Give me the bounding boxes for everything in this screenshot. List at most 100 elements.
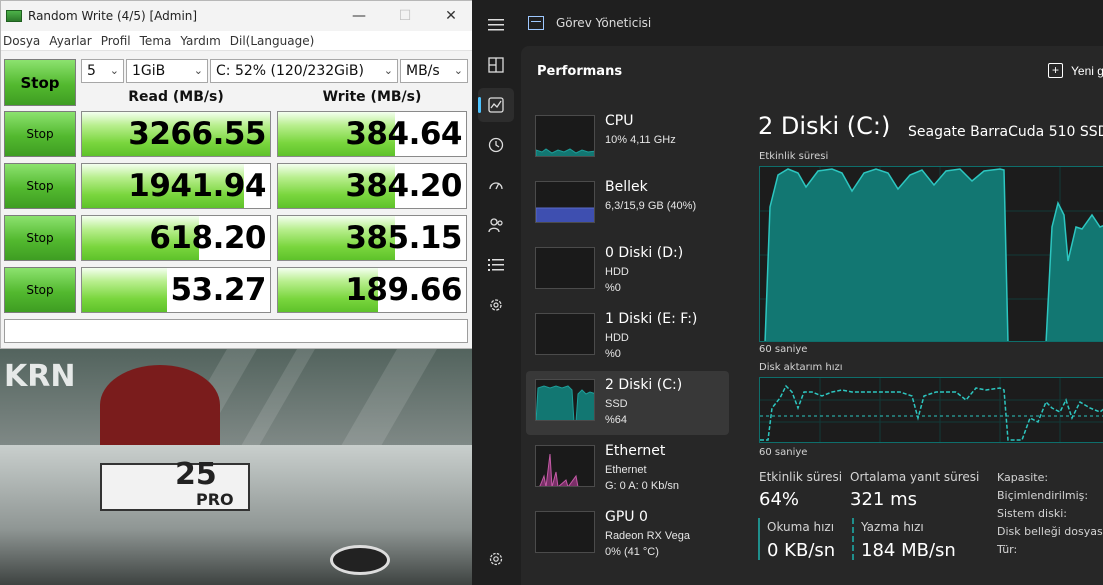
transfer-graph-svg	[760, 378, 1103, 442]
device-detail: %64	[605, 414, 628, 426]
write-speed-value: 184 MB/sn	[861, 540, 956, 561]
activity-graph-label: Etkinlik süresi	[759, 151, 829, 162]
device-item[interactable]: 2 Diski (C:) SSD %64	[526, 371, 729, 435]
unit-value: MB/s	[406, 63, 440, 79]
row-stop-button[interactable]: Stop	[4, 215, 76, 261]
transfer-graph-time: 60 saniye	[759, 447, 808, 458]
processes-icon[interactable]	[484, 53, 508, 77]
menu-profil[interactable]: Profil	[99, 34, 135, 48]
device-name: Bellek	[605, 179, 648, 195]
device-item[interactable]: GPU 0 Radeon RX Vega 0% (41 °C)	[526, 503, 729, 567]
prop-pagefile: Disk belleği dosyası:	[997, 525, 1103, 538]
read-result-value: 1941.94	[128, 168, 266, 204]
read-result-bar	[82, 268, 167, 312]
menu-dosya[interactable]: Dosya	[1, 34, 44, 48]
device-item[interactable]: 0 Diski (D:) HDD %0	[526, 239, 729, 303]
read-speed-value: 0 KB/sn	[767, 540, 836, 561]
activity-area	[764, 168, 1103, 341]
write-result-value: 189.66	[345, 272, 462, 308]
new-task-label: Yeni g	[1071, 63, 1103, 78]
details-icon[interactable]	[484, 253, 508, 277]
response-stat-value: 321 ms	[850, 489, 917, 510]
device-item[interactable]: CPU 10% 4,11 GHz	[526, 107, 729, 171]
activity-graph-time: 60 saniye	[759, 344, 808, 355]
device-detail: 0% (41 °C)	[605, 546, 659, 558]
row-stop-button[interactable]: Stop	[4, 163, 76, 209]
activity-graph-svg	[760, 167, 1103, 341]
size-select[interactable]: 1GiB ⌄	[126, 59, 208, 83]
transfer-graph	[759, 377, 1103, 443]
prop-formatted: Biçimlendirilmiş:	[997, 489, 1089, 502]
device-subtitle: Radeon RX Vega	[605, 530, 691, 542]
chevron-down-icon: ⌄	[109, 64, 119, 77]
menu-ayarlar[interactable]: Ayarlar	[47, 34, 95, 48]
detail-model: Seagate BarraCuda 510 SSD	[908, 124, 1103, 140]
users-icon[interactable]	[484, 213, 508, 237]
minimize-icon[interactable]: —	[336, 8, 382, 24]
count-select[interactable]: 5 ⌄	[81, 59, 124, 83]
read-result-value: 618.20	[149, 220, 266, 256]
read-header: Read (MB/s)	[128, 89, 224, 105]
maximize-icon[interactable]: ☐	[382, 8, 428, 24]
new-task-button[interactable]: + Yeni g	[1048, 63, 1103, 78]
task-manager-window: Görev Yöneticisi Performans + Yeni g CPU…	[472, 0, 1103, 585]
drive-select[interactable]: C: 52% (120/232GiB) ⌄	[210, 59, 398, 83]
device-thumbnail	[535, 511, 595, 553]
menu-tema[interactable]: Tema	[138, 34, 176, 48]
task-manager-logo-icon	[528, 16, 544, 30]
device-name: 1 Diski (E: F:)	[605, 311, 698, 327]
device-thumbnail	[535, 379, 595, 421]
cdm-titlebar[interactable]: Random Write (4/5) [Admin] — ☐ ✕	[1, 1, 474, 31]
startup-icon[interactable]	[484, 173, 508, 197]
unit-select[interactable]: MB/s ⌄	[400, 59, 468, 83]
device-item[interactable]: Ethernet Ethernet G: 0 A: 0 Kb/sn	[526, 437, 729, 501]
read-result-value: 53.27	[170, 272, 266, 308]
device-thumbnail	[535, 445, 595, 487]
device-name: GPU 0	[605, 509, 648, 525]
row-stop-button[interactable]: Stop	[4, 267, 76, 313]
device-subtitle: HDD	[605, 266, 629, 278]
device-item[interactable]: Bellek 6,3/15,9 GB (40%)	[526, 173, 729, 237]
drive-value: C: 52% (120/232GiB)	[216, 63, 364, 79]
device-thumbnail	[535, 247, 595, 289]
size-value: 1GiB	[132, 63, 166, 79]
services-icon[interactable]	[484, 293, 508, 317]
settings-icon[interactable]	[484, 547, 508, 571]
close-icon[interactable]: ✕	[428, 8, 474, 24]
wallpaper-number: 25	[175, 457, 217, 492]
read-result-cell: 3266.55	[81, 111, 271, 157]
write-result-value: 384.20	[345, 168, 462, 204]
cdm-menubar: Dosya Ayarlar Profil Tema Yardım Dil(Lan…	[1, 31, 474, 51]
tm-titlebar[interactable]: Görev Yöneticisi	[528, 16, 651, 30]
device-subtitle: Ethernet	[605, 464, 647, 476]
device-detail: %0	[605, 348, 621, 360]
transfer-graph-label: Disk aktarım hızı	[759, 362, 843, 373]
device-thumbnail	[535, 181, 595, 223]
history-icon[interactable]	[484, 133, 508, 157]
comment-input[interactable]	[4, 319, 468, 343]
count-value: 5	[87, 63, 96, 79]
row-stop-button[interactable]: Stop	[4, 111, 76, 157]
cdm-window-title: Random Write (4/5) [Admin]	[28, 9, 198, 23]
device-name: CPU	[605, 113, 634, 129]
device-subtitle: 10% 4,11 GHz	[605, 134, 676, 146]
performance-icon[interactable]	[478, 88, 514, 122]
read-result-cell: 53.27	[81, 267, 271, 313]
device-subtitle: HDD	[605, 332, 629, 344]
device-subtitle: 6,3/15,9 GB (40%)	[605, 200, 697, 212]
menu-yardim[interactable]: Yardım	[178, 34, 224, 48]
activity-stat-value: 64%	[759, 489, 800, 510]
device-name: 2 Diski (C:)	[605, 377, 683, 393]
helmet-shape	[100, 365, 220, 445]
prop-type: Tür:	[997, 543, 1018, 556]
hamburger-icon[interactable]	[484, 13, 508, 37]
menu-language[interactable]: Dil(Language)	[228, 34, 319, 48]
read-result-value: 3266.55	[128, 116, 266, 152]
chevron-down-icon: ⌄	[193, 64, 203, 77]
stop-all-button[interactable]: Stop	[4, 59, 76, 106]
write-header: Write (MB/s)	[322, 89, 422, 105]
new-task-icon: +	[1048, 63, 1063, 78]
prop-system-disk: Sistem diski:	[997, 507, 1067, 520]
wallpaper-text-krn: KRN	[4, 359, 76, 394]
device-item[interactable]: 1 Diski (E: F:) HDD %0	[526, 305, 729, 369]
